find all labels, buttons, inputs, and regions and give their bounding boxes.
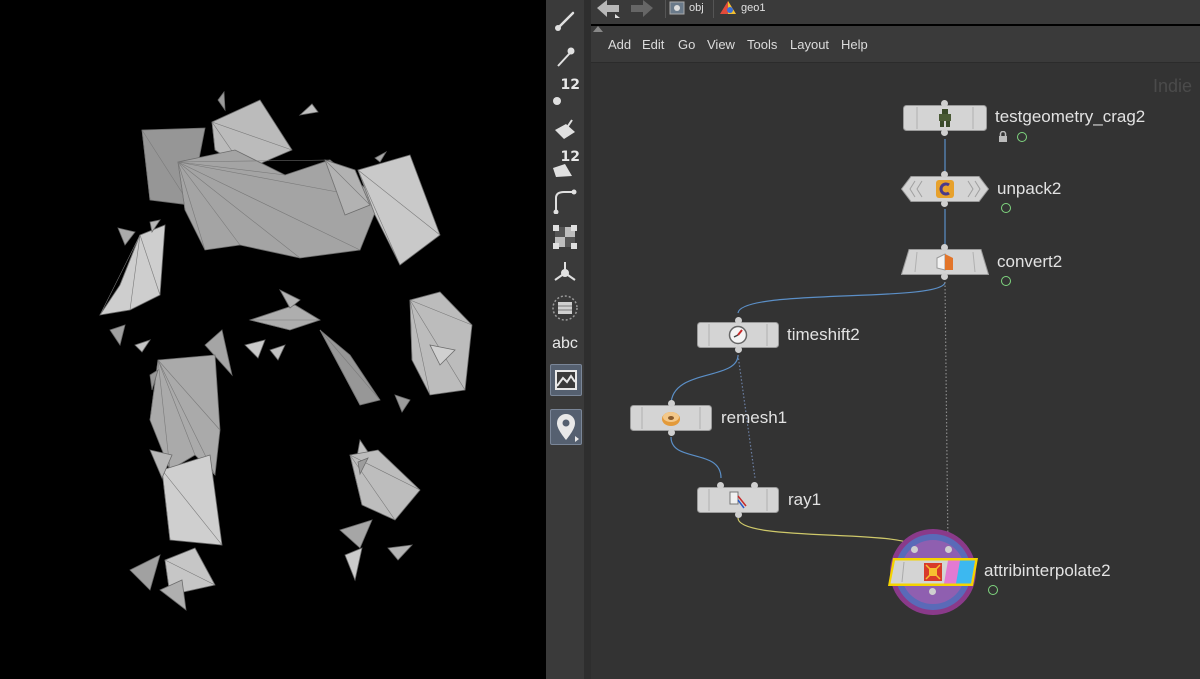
node-label-remesh1: remesh1 [721,408,788,427]
timeshift-clock-icon [728,325,748,345]
geometry-shard [339,519,373,549]
back-arrow-icon [597,0,620,18]
wire-remesh-to-ray [670,436,722,479]
geometry-shard [394,394,411,413]
network-path-bar: obj geo1 [591,0,1200,24]
path-crumb-geo1[interactable]: geo1 [719,0,765,16]
geometry-shard [279,289,301,309]
node-flag-convert2[interactable] [1001,276,1011,286]
geometry-shard [344,547,363,582]
path-crumb-obj[interactable]: obj [669,0,704,16]
geometry-shard [129,554,161,591]
node-testgeometry-crag2[interactable] [903,100,987,136]
viewport-tool-shelf: 12 12 abc [546,0,585,679]
geometry-shard [159,579,187,611]
scene-viewport[interactable] [0,0,546,679]
node-unpack2[interactable] [900,171,990,207]
primitive-count-badge: 12 [560,149,580,165]
menu-add[interactable]: Add [608,37,631,52]
node-label-unpack2: unpack2 [997,179,1062,198]
path-crumb-geo1-label: geo1 [741,2,766,14]
geometry-shard [298,103,319,116]
forward-button[interactable] [627,0,657,18]
node-flag-testgeometry-crag2[interactable] [1017,132,1027,142]
node-label-timeshift2: timeshift2 [787,325,860,344]
checker-uv-icon[interactable] [550,222,580,252]
geometry-shard [217,90,226,112]
object-network-icon [669,1,685,15]
pane-divider[interactable] [584,0,591,679]
crag-robot-icon [939,109,951,127]
node-label-attribinterpolate2: attribinterpolate2 [984,561,1111,580]
geometry-shard [244,339,266,359]
node-label-convert2: convert2 [997,252,1063,271]
back-button[interactable] [593,0,623,18]
geometry-shard [99,224,166,316]
ghost-display-icon[interactable] [550,293,580,323]
geometry-shard [109,324,126,346]
wire-convert-to-timeshift [737,281,946,314]
geometry-shard [387,544,414,561]
menu-go[interactable]: Go [678,37,695,52]
geometry-shard [319,329,381,406]
forward-arrow-icon [631,0,653,17]
node-ray1[interactable] [697,482,779,518]
collapse-arrow-icon[interactable] [593,26,603,32]
wire-convert-to-attribinterpolate [944,281,949,550]
node-label-ray1: ray1 [788,490,822,509]
menu-tools[interactable]: Tools [747,37,777,52]
node-label-testgeometry-crag2: testgeometry_crag2 [995,107,1146,126]
geometry-shard [134,339,151,353]
menu-view[interactable]: View [707,37,735,52]
node-flag-unpack2[interactable] [1001,203,1011,213]
menu-help[interactable]: Help [841,37,868,52]
node-timeshift2[interactable] [697,317,779,353]
geometry-shard [248,304,321,331]
transform-tool-icon[interactable] [550,114,580,144]
point-count-icon[interactable]: 12 [550,77,580,108]
primitive-count-icon[interactable]: 12 [550,149,580,180]
text-label-tool-text: abc [552,335,578,352]
geometry-object-icon [720,1,736,14]
node-remesh1[interactable] [630,400,712,436]
pin-tool-icon[interactable] [550,42,580,72]
convert-icon [936,253,953,271]
node-flag-attribinterpolate2[interactable] [988,585,998,595]
network-menu-bar: Add Edit Go View Tools Layout Help [591,26,1200,63]
unpack-icon [936,180,954,198]
brush-tool-icon[interactable] [550,6,580,36]
ray-icon [729,491,747,509]
text-label-tool-icon[interactable]: abc [547,329,583,359]
menu-edit[interactable]: Edit [642,37,664,52]
lock-icon [999,131,1007,142]
geometry-shard [269,344,286,361]
menu-layout[interactable]: Layout [790,37,829,52]
pivot-handle-icon[interactable] [550,258,580,288]
network-editor[interactable]: Indie testgeometry_crag2 unpack2 convert… [591,63,1200,679]
fractured-crag-geometry [99,90,473,611]
edge-curve-tool-icon[interactable] [550,186,580,216]
path-crumb-obj-label: obj [689,2,704,14]
geometry-shard [374,150,388,163]
remesh-donut-icon [662,412,680,426]
attribinterpolate-icon [924,563,942,581]
background-image-icon[interactable] [550,364,582,396]
node-attribinterpolate2[interactable] [888,528,978,616]
node-convert2[interactable] [900,244,990,280]
geometry-facet-edge [319,329,381,401]
location-pin-tool-icon[interactable] [550,409,582,445]
wire-timeshift-to-remesh [670,354,739,406]
geometry-shard [117,227,136,246]
point-count-badge: 12 [560,77,580,93]
